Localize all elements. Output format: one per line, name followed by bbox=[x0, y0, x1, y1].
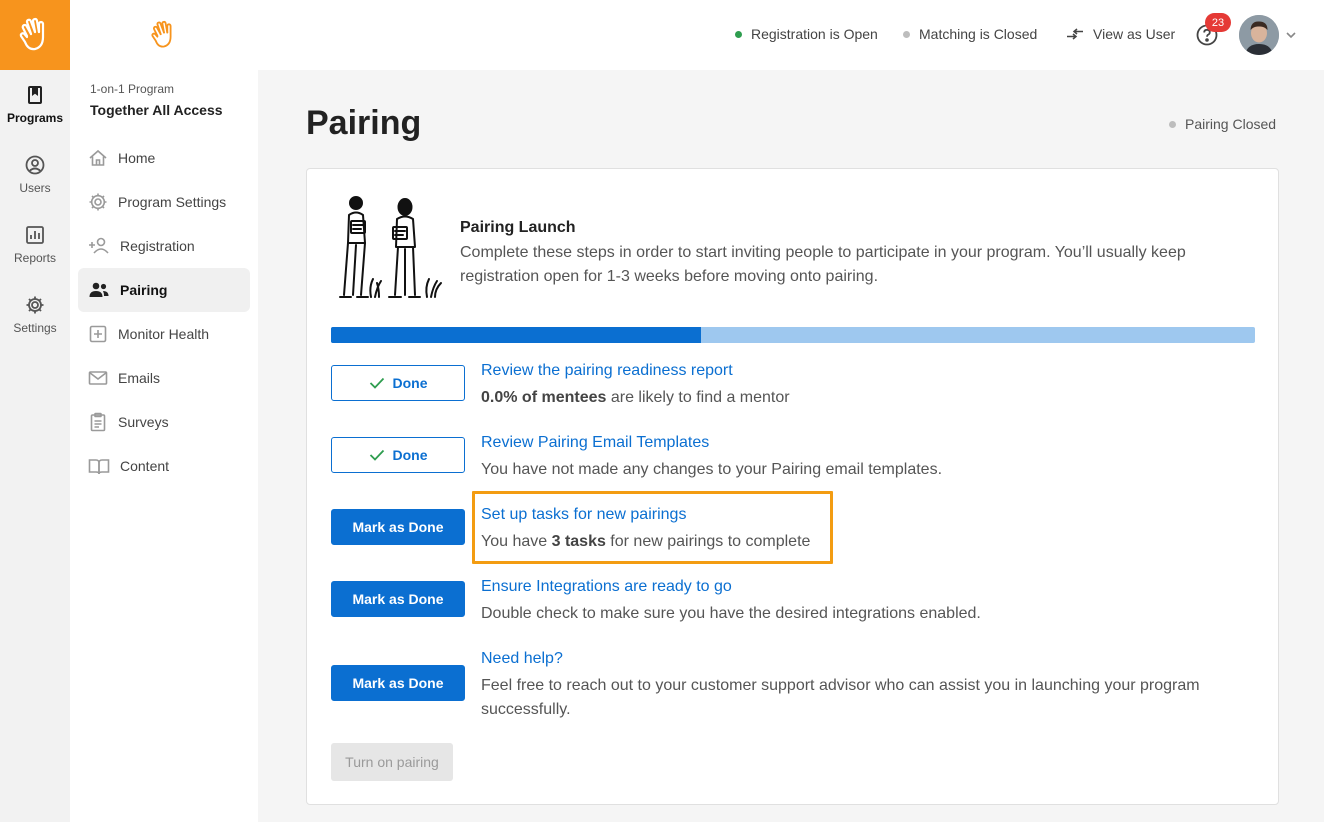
step-description: 0.0% of mentees are likely to find a men… bbox=[481, 386, 1241, 410]
bar-chart-icon bbox=[26, 226, 44, 244]
sidebar-item-registration[interactable]: Registration bbox=[78, 224, 250, 268]
pairing-launch-card: Pairing Launch Complete these steps in o… bbox=[306, 168, 1279, 805]
status-dot-open-icon bbox=[735, 30, 742, 38]
step-description-rest: are likely to find a mentor bbox=[606, 389, 790, 406]
sidebar-item-label: Monitor Health bbox=[118, 326, 210, 342]
checkmark-icon bbox=[369, 377, 384, 389]
launch-title: Pairing Launch bbox=[460, 219, 576, 236]
step-link[interactable]: Review Pairing Email Templates bbox=[481, 434, 709, 452]
status-dot-closed-icon bbox=[1169, 120, 1176, 128]
clipboard-icon bbox=[90, 412, 106, 432]
launch-description: Complete these steps in order to start i… bbox=[460, 244, 1186, 285]
done-button-label: Done bbox=[392, 447, 428, 463]
sidebar-item-monitor-health[interactable]: Monitor Health bbox=[78, 312, 250, 356]
two-people-illustration-icon bbox=[339, 196, 442, 298]
sidebar-item-program-settings[interactable]: Program Settings bbox=[78, 180, 250, 224]
pairing-status-text: Pairing Closed bbox=[1185, 116, 1277, 132]
sidebar-item-emails[interactable]: Emails bbox=[78, 356, 250, 400]
home-icon bbox=[89, 149, 107, 166]
pairing-status: Pairing Closed bbox=[1169, 116, 1276, 132]
mail-icon bbox=[88, 371, 108, 385]
launch-progress-bar bbox=[331, 327, 1255, 343]
waving-hand-icon bbox=[19, 17, 45, 51]
sidebar-item-label: Content bbox=[120, 458, 170, 474]
page-title: Pairing bbox=[306, 104, 422, 142]
mark-as-done-button[interactable]: Mark as Done bbox=[331, 665, 465, 701]
gear-icon bbox=[89, 193, 107, 211]
step-description: Feel free to reach out to your customer … bbox=[481, 677, 1200, 718]
top-bar: Registration is Open Matching is Closed … bbox=[258, 0, 1324, 70]
done-button-label: Done bbox=[392, 375, 428, 391]
program-type-label: 1-on-1 Program bbox=[90, 82, 175, 96]
step-description-bold: 0.0% of mentees bbox=[481, 389, 607, 406]
user-circle-icon bbox=[25, 155, 45, 175]
checkmark-icon bbox=[369, 449, 384, 461]
sidebar-item-label: Surveys bbox=[118, 414, 169, 430]
step-link[interactable]: Review the pairing readiness report bbox=[481, 362, 733, 380]
registration-status: Registration is Open bbox=[735, 26, 878, 42]
step-description: Double check to make sure you have the d… bbox=[481, 605, 981, 622]
user-photo-icon bbox=[1239, 15, 1279, 55]
rail-item-label: Programs bbox=[6, 111, 64, 125]
matching-status: Matching is Closed bbox=[903, 26, 1037, 42]
launch-progress-fill bbox=[331, 327, 701, 343]
program-sidebar: 1-on-1 Program Together All Access Home … bbox=[70, 0, 258, 822]
sidebar-item-label: Registration bbox=[120, 238, 195, 254]
rail-item-users[interactable]: Users bbox=[0, 140, 70, 210]
sidebar-item-pairing[interactable]: Pairing bbox=[78, 268, 250, 312]
registration-status-text: Registration is Open bbox=[751, 26, 878, 42]
view-as-user-label: View as User bbox=[1093, 26, 1176, 42]
sidebar-item-label: Program Settings bbox=[118, 194, 227, 210]
add-user-icon bbox=[89, 237, 109, 254]
status-dot-closed-icon bbox=[903, 30, 910, 38]
step-description: You have not made any changes to your Pa… bbox=[481, 461, 943, 478]
waving-hand-icon bbox=[151, 20, 172, 48]
step-link[interactable]: Need help? bbox=[481, 650, 563, 668]
view-as-user-button[interactable]: View as User bbox=[1066, 26, 1175, 42]
sidebar-item-label: Emails bbox=[118, 370, 161, 386]
bookmark-icon bbox=[28, 86, 42, 104]
sidebar-item-surveys[interactable]: Surveys bbox=[78, 400, 250, 444]
rail-item-reports[interactable]: Reports bbox=[0, 210, 70, 280]
rail-item-settings[interactable]: Settings bbox=[0, 280, 70, 350]
sidebar-item-label: Home bbox=[118, 150, 156, 166]
avatar[interactable] bbox=[1239, 15, 1279, 55]
health-cross-icon bbox=[89, 325, 107, 343]
sidebar-logo bbox=[70, 0, 258, 70]
brand-logo[interactable] bbox=[0, 0, 70, 70]
sidebar-item-label: Pairing bbox=[120, 282, 168, 298]
step-link[interactable]: Ensure Integrations are ready to go bbox=[481, 578, 732, 596]
people-icon bbox=[89, 282, 109, 297]
turn-on-pairing-button[interactable]: Turn on pairing bbox=[331, 743, 453, 781]
done-button[interactable]: Done bbox=[331, 437, 465, 473]
matching-status-text: Matching is Closed bbox=[919, 26, 1038, 42]
rail-item-label: Settings bbox=[13, 321, 57, 335]
book-icon bbox=[88, 459, 110, 475]
mark-as-done-button[interactable]: Mark as Done bbox=[331, 581, 465, 617]
rail-item-label: Users bbox=[19, 181, 51, 195]
sidebar-item-home[interactable]: Home bbox=[78, 136, 250, 180]
rail-item-label: Reports bbox=[13, 251, 57, 265]
notification-badge: 23 bbox=[1205, 13, 1231, 32]
sidebar-item-content[interactable]: Content bbox=[78, 444, 250, 488]
program-nav: Home Program Settings Registration Pairi… bbox=[78, 136, 250, 488]
chevron-down-icon[interactable] bbox=[1285, 29, 1297, 41]
highlight-box bbox=[472, 491, 833, 564]
mark-as-done-button[interactable]: Mark as Done bbox=[331, 509, 465, 545]
gear-icon bbox=[26, 296, 44, 314]
done-button[interactable]: Done bbox=[331, 365, 465, 401]
icon-rail: Programs Users Reports Settings bbox=[0, 0, 70, 822]
swap-arrows-icon bbox=[1067, 28, 1083, 40]
program-name: Together All Access bbox=[90, 102, 223, 118]
rail-item-programs[interactable]: Programs bbox=[0, 70, 70, 140]
